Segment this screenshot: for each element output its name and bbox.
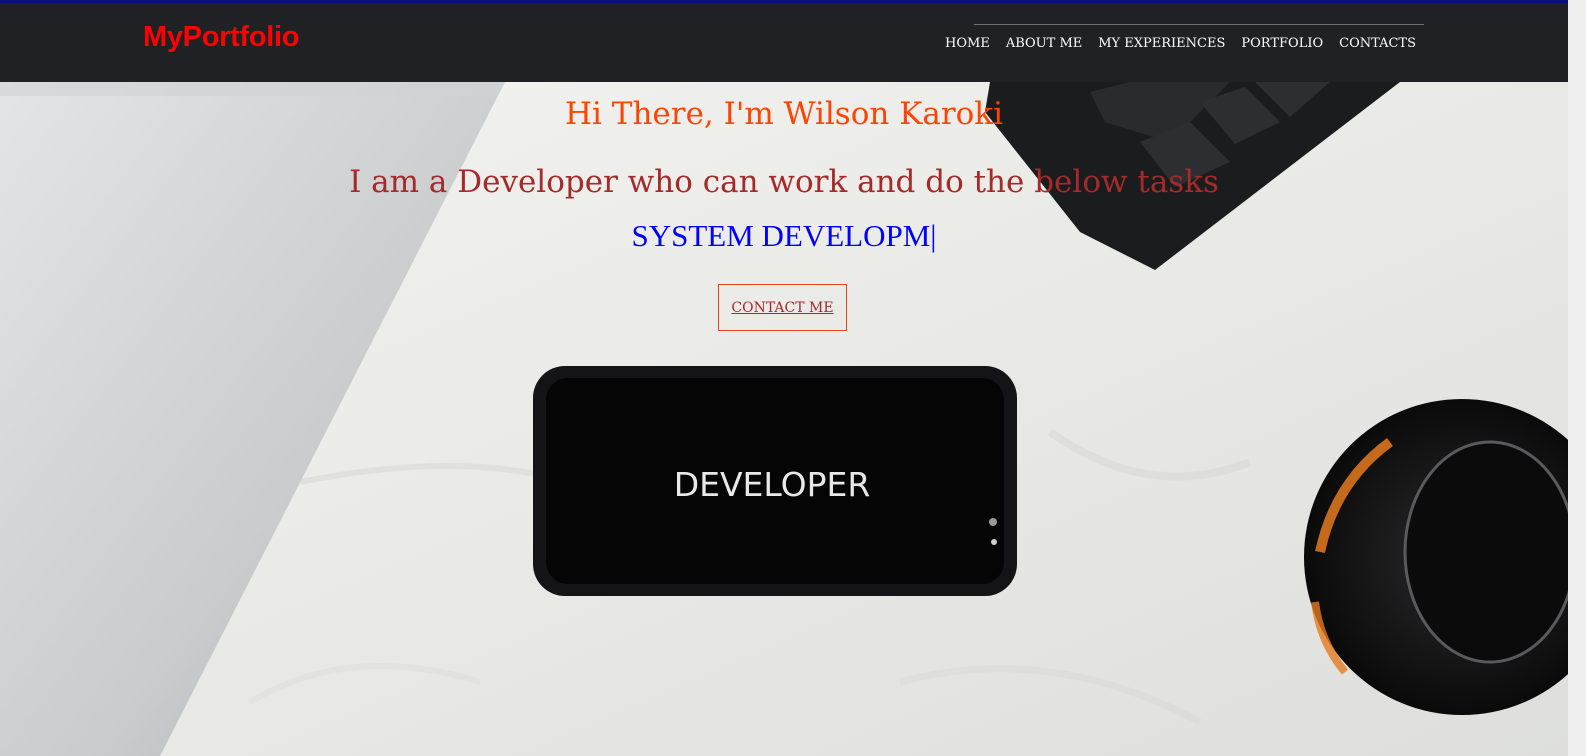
nav-link-my-experiences[interactable]: MY EXPERIENCES <box>1098 36 1225 51</box>
nav-divider <box>974 24 1424 25</box>
contact-me-button[interactable]: CONTACT ME <box>718 284 847 331</box>
navbar: MyPortfolio HOME ABOUT ME MY EXPERIENCES… <box>0 0 1568 82</box>
hero-section: DEVELOPER Hi There, I'm Wilson Karoki I … <box>0 82 1568 756</box>
phone-screen-text: DEVELOPER <box>674 465 871 504</box>
nav-link-about-me[interactable]: ABOUT ME <box>1006 36 1082 51</box>
nav-link-portfolio[interactable]: PORTFOLIO <box>1241 36 1323 51</box>
page: DEVELOPER Hi There, I'm Wilson Karoki I … <box>0 0 1568 756</box>
hero-greeting: Hi There, I'm Wilson Karoki <box>564 96 1004 132</box>
nav-menu: HOME ABOUT ME MY EXPERIENCES PORTFOLIO C… <box>945 36 1424 51</box>
page-scrollbar[interactable] <box>1568 0 1586 756</box>
typed-skill-text: SYSTEM DEVELOPM| <box>631 218 937 253</box>
nav-link-home[interactable]: HOME <box>945 36 990 51</box>
hero-tagline: I am a Developer who can work and do the… <box>349 164 1219 200</box>
nav-link-contacts[interactable]: CONTACTS <box>1339 36 1416 51</box>
brand-logo[interactable]: MyPortfolio <box>143 21 299 54</box>
